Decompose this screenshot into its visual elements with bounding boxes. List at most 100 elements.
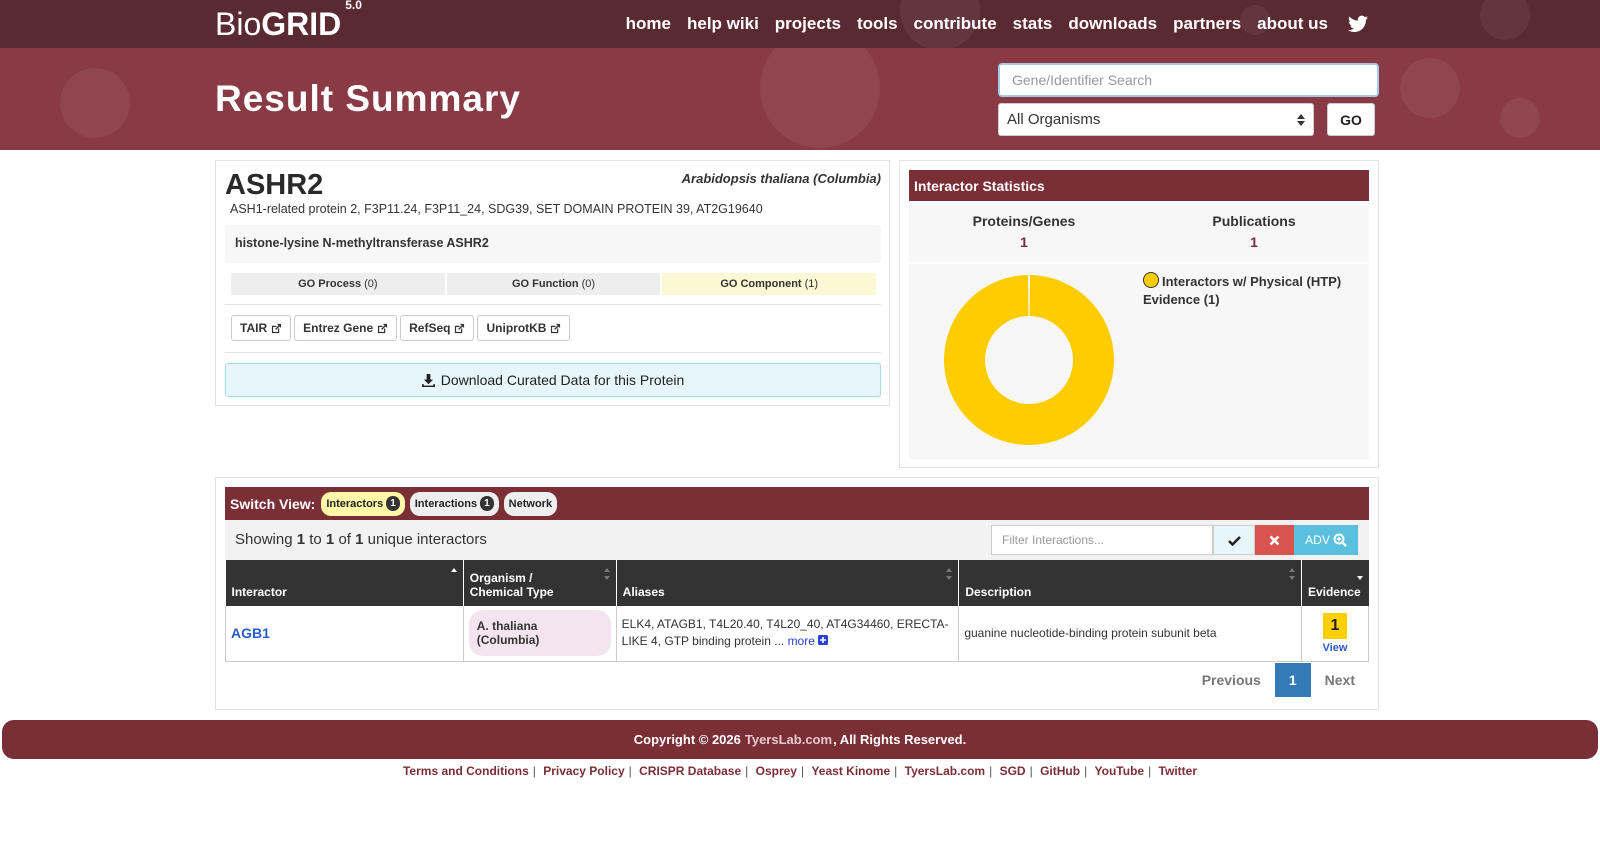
gene-search-input[interactable]: [998, 63, 1379, 97]
external-links: TAIR Entrez Gene RefSeq UniprotKB: [231, 315, 571, 341]
footer-link-github[interactable]: GitHub: [1040, 764, 1080, 778]
view-interactors[interactable]: Interactors 1: [321, 491, 405, 516]
proteins-genes-count[interactable]: 1: [909, 234, 1139, 250]
pagination-previous[interactable]: Previous: [1188, 663, 1275, 697]
pagination: Previous 1 Next: [1188, 663, 1369, 697]
go-button[interactable]: GO: [1327, 103, 1375, 136]
divider: [225, 352, 881, 353]
protein-aliases: ASH1-related protein 2, F3P11.24, F3P11_…: [230, 202, 763, 216]
protein-organism: Arabidopsis thaliana (Columbia): [681, 171, 881, 186]
column-header-description[interactable]: Description: [958, 560, 1302, 606]
interactions-count-badge: 1: [480, 496, 494, 511]
nav-tools[interactable]: tools: [857, 14, 898, 34]
footer-link-crispr[interactable]: CRISPR Database: [639, 764, 741, 778]
table-row: AGB1 A. thaliana (Columbia) ELK4, ATAGB1…: [225, 606, 1370, 662]
protein-description: histone-lysine N-methyltransferase ASHR2: [225, 225, 881, 263]
entrez-gene-link[interactable]: Entrez Gene: [294, 315, 398, 341]
advanced-search-button[interactable]: ADV: [1294, 525, 1358, 555]
interactions-panel: Switch View: Interactors 1 Interactions 1 …: [215, 477, 1379, 710]
refseq-link[interactable]: RefSeq: [400, 315, 475, 341]
close-icon: [1269, 535, 1280, 545]
pagination-page-1[interactable]: 1: [1274, 663, 1311, 697]
proteins-genes-label: Proteins/Genes: [972, 213, 1076, 229]
organism-select[interactable]: All Organisms: [998, 103, 1314, 136]
view-network[interactable]: Network: [503, 491, 558, 516]
twitter-icon[interactable]: [1348, 15, 1368, 33]
external-link-icon: [272, 323, 282, 333]
download-icon: [421, 373, 435, 387]
nav-help-wiki[interactable]: help wiki: [687, 14, 759, 34]
sort-both-icon: [603, 568, 610, 580]
stats-title: Interactor Statistics: [909, 170, 1369, 201]
external-link-icon: [378, 323, 388, 333]
more-aliases-link[interactable]: more: [788, 634, 829, 648]
interactor-link[interactable]: AGB1: [231, 625, 270, 641]
results-toolbar: Showing 1 to 1 of 1 unique interactors F…: [225, 520, 1369, 560]
go-annotation-tabs: GO Process (0) GO Function (0) GO Componen…: [231, 273, 877, 295]
publications-count[interactable]: 1: [1139, 234, 1369, 250]
footer-link-osprey[interactable]: Osprey: [756, 764, 797, 778]
nav-home[interactable]: home: [626, 14, 671, 34]
column-header-evidence[interactable]: Evidence: [1301, 560, 1369, 606]
footer-link-youtube[interactable]: YouTube: [1095, 764, 1145, 778]
footer-link-yeast-kinome[interactable]: Yeast Kinome: [811, 764, 890, 778]
tyerslab-link[interactable]: TyersLab.com: [745, 732, 832, 747]
nav-projects[interactable]: projects: [775, 14, 841, 34]
evidence-donut-chart: [944, 275, 1114, 445]
footer-link-privacy[interactable]: Privacy Policy: [543, 764, 624, 778]
donut-slice-physical-htp[interactable]: [944, 275, 1114, 445]
footer-link-twitter[interactable]: Twitter: [1159, 764, 1197, 778]
nav-stats[interactable]: stats: [1013, 14, 1053, 34]
footer-link-terms[interactable]: Terms and Conditions: [403, 764, 529, 778]
column-header-organism[interactable]: Organism / Chemical Type: [463, 560, 617, 606]
external-link-icon: [455, 323, 465, 333]
apply-filter-button[interactable]: [1213, 525, 1255, 555]
column-header-aliases[interactable]: Aliases: [616, 560, 960, 606]
download-curated-data-button[interactable]: Download Curated Data for this Protein: [225, 363, 881, 397]
go-component-tab[interactable]: GO Component (1): [662, 273, 877, 295]
clear-filter-button[interactable]: [1255, 525, 1294, 555]
stats-summary: Proteins/Genes 1 Publications 1: [909, 206, 1369, 262]
plus-square-icon: [818, 635, 829, 646]
column-header-interactor[interactable]: Interactor: [225, 560, 464, 606]
uniprotkb-link[interactable]: UniprotKB: [477, 315, 571, 341]
filter-interactions-input[interactable]: Filter Interactions...: [991, 525, 1213, 555]
nav-partners[interactable]: partners: [1173, 14, 1241, 34]
protein-name: ASHR2: [225, 169, 324, 201]
sort-both-icon: [1288, 568, 1295, 580]
select-arrows-icon: [1297, 113, 1305, 126]
interactor-description: guanine nucleotide-binding protein subun…: [964, 626, 1217, 641]
divider: [225, 304, 881, 305]
protein-summary-panel: ASHR2 Arabidopsis thaliana (Columbia) AS…: [215, 160, 890, 406]
nav-contribute[interactable]: contribute: [914, 14, 997, 34]
switch-view-bar: Switch View: Interactors 1 Interactions 1 …: [225, 487, 1369, 520]
copyright-text: Copyright © 2026: [633, 732, 741, 747]
interactor-statistics-panel: Interactor Statistics Proteins/Genes 1 P…: [899, 160, 1379, 468]
organism-select-value: All Organisms: [1007, 111, 1101, 128]
organism-badge: A. thaliana (Columbia): [468, 610, 611, 657]
switch-view-label: Switch View:: [230, 495, 316, 512]
evidence-chart: Interactors w/ Physical (HTP) Evidence (…: [909, 264, 1369, 459]
go-function-tab[interactable]: GO Function (0): [446, 273, 661, 295]
go-process-tab[interactable]: GO Process (0): [231, 273, 445, 295]
evidence-count-badge[interactable]: 1: [1322, 612, 1347, 639]
pagination-next[interactable]: Next: [1311, 663, 1369, 697]
chart-legend: Interactors w/ Physical (HTP) Evidence (…: [1143, 272, 1343, 309]
interactors-table: Interactor Organism / Chemical Type Alias…: [225, 560, 1370, 662]
view-interactions[interactable]: Interactions 1: [409, 491, 499, 516]
main-nav: home help wiki projects tools contribute…: [626, 14, 1368, 34]
interactor-aliases: ELK4, ATAGB1, T4L20.40, T4L20_40, AT4G34…: [621, 617, 949, 649]
nav-about-us[interactable]: about us: [1257, 14, 1328, 34]
tair-link[interactable]: TAIR: [231, 315, 292, 341]
nav-downloads[interactable]: downloads: [1068, 14, 1157, 34]
footer-link-sgd[interactable]: SGD: [1000, 764, 1026, 778]
footer-link-tyerslab[interactable]: TyersLab.com: [905, 764, 985, 778]
search-plus-icon: [1333, 533, 1347, 547]
results-count-text: Showing 1 to 1 of 1 unique interactors: [235, 531, 487, 548]
footer-copyright: Copyright © 2026 TyersLab.com , All Righ…: [2, 720, 1598, 759]
sort-desc-icon: [1356, 576, 1363, 580]
view-evidence-link[interactable]: View: [1307, 642, 1363, 654]
biogrid-logo[interactable]: BioGRID5.0: [215, 0, 362, 43]
publications-label: Publications: [1212, 213, 1296, 229]
legend-swatch: [1143, 272, 1159, 288]
